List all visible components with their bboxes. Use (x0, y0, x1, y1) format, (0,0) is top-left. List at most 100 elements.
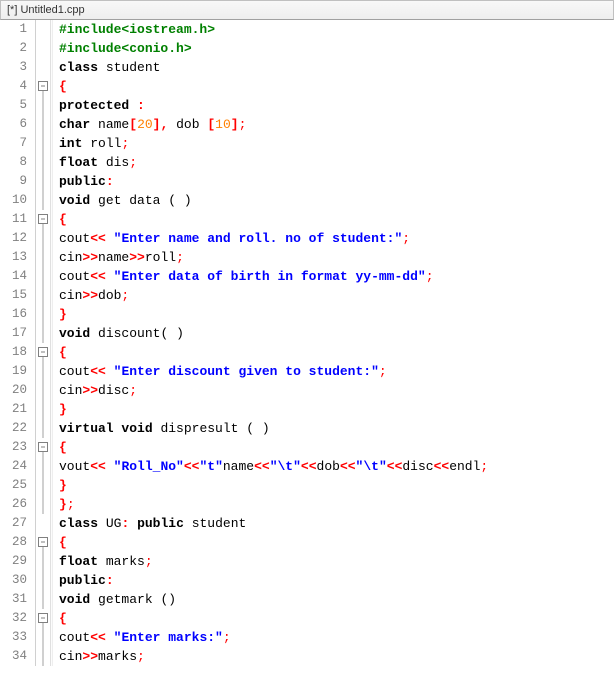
code-line[interactable]: 10void get data ( ) (0, 191, 614, 210)
fold-gutter[interactable] (36, 438, 51, 457)
code-line[interactable]: 8float dis; (0, 153, 614, 172)
fold-gutter (36, 647, 51, 666)
code-line[interactable]: 17void discount( ) (0, 324, 614, 343)
code-line[interactable]: 33cout<< "Enter marks:"; (0, 628, 614, 647)
code-text[interactable]: cin>>name>>roll; (53, 248, 614, 267)
code-text[interactable]: cin>>disc; (53, 381, 614, 400)
code-text[interactable]: { (53, 609, 614, 628)
code-line[interactable]: 28{ (0, 533, 614, 552)
fold-gutter[interactable] (36, 343, 51, 362)
code-text[interactable]: public: (53, 571, 614, 590)
code-text[interactable]: } (53, 305, 614, 324)
code-line[interactable]: 30public: (0, 571, 614, 590)
code-text[interactable]: float dis; (53, 153, 614, 172)
code-line[interactable]: 24vout<< "Roll_No"<<"t"name<<"\t"<<dob<<… (0, 457, 614, 476)
code-line[interactable]: 31void getmark () (0, 590, 614, 609)
code-line[interactable]: 23{ (0, 438, 614, 457)
fold-gutter (36, 476, 51, 495)
fold-gutter (36, 58, 51, 77)
code-line[interactable]: 22virtual void dispresult ( ) (0, 419, 614, 438)
line-number: 14 (0, 267, 36, 286)
code-text[interactable]: #include<iostream.h> (53, 20, 614, 39)
code-text[interactable]: char name[20], dob [10]; (53, 115, 614, 134)
code-line[interactable]: 25} (0, 476, 614, 495)
fold-toggle-icon[interactable] (38, 537, 48, 547)
code-line[interactable]: 29 float marks; (0, 552, 614, 571)
fold-gutter[interactable] (36, 533, 51, 552)
code-text[interactable]: cout<< "Enter discount given to student:… (53, 362, 614, 381)
code-line[interactable]: 18{ (0, 343, 614, 362)
fold-gutter (36, 96, 51, 115)
fold-toggle-icon[interactable] (38, 442, 48, 452)
code-text[interactable]: } (53, 400, 614, 419)
code-text[interactable]: protected : (53, 96, 614, 115)
fold-toggle-icon[interactable] (38, 613, 48, 623)
line-number: 12 (0, 229, 36, 248)
code-text[interactable]: cin>>marks; (53, 647, 614, 666)
code-line[interactable]: 5protected : (0, 96, 614, 115)
code-line[interactable]: 19cout<< "Enter discount given to studen… (0, 362, 614, 381)
code-text[interactable]: { (53, 343, 614, 362)
code-line[interactable]: 6char name[20], dob [10]; (0, 115, 614, 134)
fold-gutter (36, 362, 51, 381)
line-number: 32 (0, 609, 36, 628)
code-text[interactable]: virtual void dispresult ( ) (53, 419, 614, 438)
code-line[interactable]: 34cin>>marks; (0, 647, 614, 666)
code-line[interactable]: 16} (0, 305, 614, 324)
fold-toggle-icon[interactable] (38, 214, 48, 224)
code-line[interactable]: 21} (0, 400, 614, 419)
code-editor[interactable]: 1#include<iostream.h>2#include<conio.h>3… (0, 20, 614, 666)
code-line[interactable]: 4{ (0, 77, 614, 96)
code-line[interactable]: 9 public: (0, 172, 614, 191)
code-text[interactable]: { (53, 77, 614, 96)
code-line[interactable]: 12 cout<< "Enter name and roll. no of stu… (0, 229, 614, 248)
code-line[interactable]: 20cin>>disc; (0, 381, 614, 400)
code-line[interactable]: 11 { (0, 210, 614, 229)
code-line[interactable]: 15cin>>dob; (0, 286, 614, 305)
code-text[interactable]: #include<conio.h> (53, 39, 614, 58)
code-line[interactable]: 32 { (0, 609, 614, 628)
code-text[interactable]: int roll; (53, 134, 614, 153)
code-line[interactable]: 26}; (0, 495, 614, 514)
code-text[interactable]: void get data ( ) (53, 191, 614, 210)
code-text[interactable]: vout<< "Roll_No"<<"t"name<<"\t"<<dob<<"\… (53, 457, 614, 476)
fold-gutter (36, 628, 51, 647)
line-number: 25 (0, 476, 36, 495)
line-number: 11 (0, 210, 36, 229)
code-text[interactable]: { (53, 438, 614, 457)
line-number: 27 (0, 514, 36, 533)
code-text[interactable]: class student (53, 58, 614, 77)
code-text[interactable]: public: (53, 172, 614, 191)
fold-toggle-icon[interactable] (38, 347, 48, 357)
line-number: 9 (0, 172, 36, 191)
fold-gutter[interactable] (36, 77, 51, 96)
line-number: 26 (0, 495, 36, 514)
code-text[interactable]: void getmark () (53, 590, 614, 609)
code-line[interactable]: 2#include<conio.h> (0, 39, 614, 58)
code-line[interactable]: 27 class UG: public student (0, 514, 614, 533)
code-text[interactable]: cin>>dob; (53, 286, 614, 305)
code-text[interactable]: float marks; (53, 552, 614, 571)
code-line[interactable]: 14 cout<< "Enter data of birth in format … (0, 267, 614, 286)
fold-gutter (36, 590, 51, 609)
code-line[interactable]: 3class student (0, 58, 614, 77)
code-text[interactable]: class UG: public student (53, 514, 614, 533)
fold-gutter (36, 229, 51, 248)
file-tab[interactable]: [*] Untitled1.cpp (0, 0, 614, 20)
code-text[interactable]: cout<< "Enter data of birth in format yy… (53, 267, 614, 286)
fold-gutter (36, 381, 51, 400)
code-text[interactable]: void discount( ) (53, 324, 614, 343)
fold-gutter[interactable] (36, 210, 51, 229)
code-line[interactable]: 1#include<iostream.h> (0, 20, 614, 39)
line-number: 29 (0, 552, 36, 571)
code-text[interactable]: cout<< "Enter name and roll. no of stude… (53, 229, 614, 248)
code-text[interactable]: { (53, 210, 614, 229)
code-text[interactable]: } (53, 476, 614, 495)
fold-gutter[interactable] (36, 609, 51, 628)
fold-toggle-icon[interactable] (38, 81, 48, 91)
code-text[interactable]: { (53, 533, 614, 552)
code-line[interactable]: 7int roll; (0, 134, 614, 153)
code-line[interactable]: 13cin>>name>>roll; (0, 248, 614, 267)
code-text[interactable]: cout<< "Enter marks:"; (53, 628, 614, 647)
code-text[interactable]: }; (53, 495, 614, 514)
